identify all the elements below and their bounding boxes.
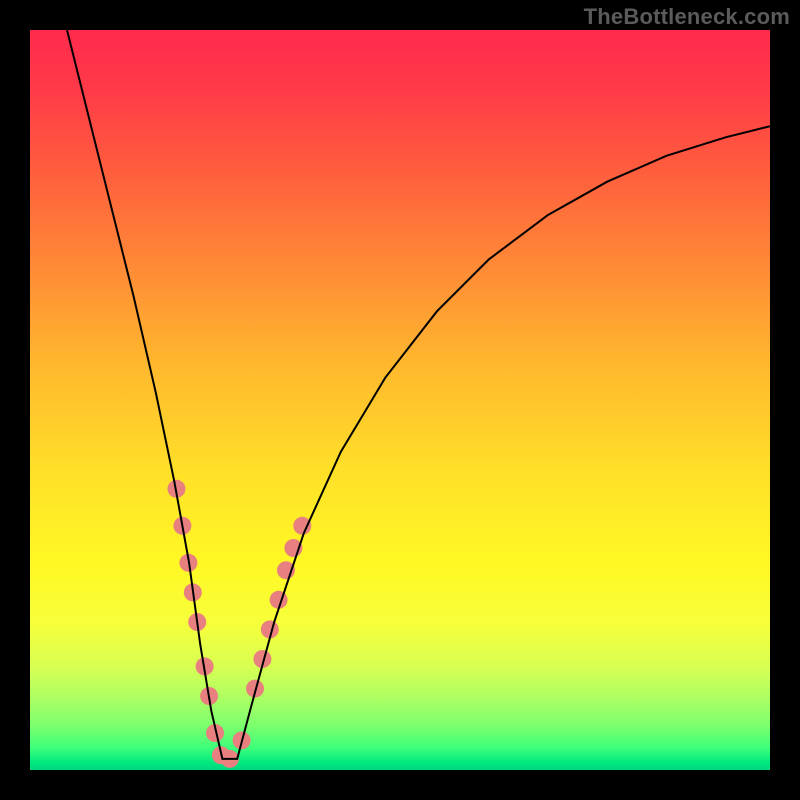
chart-svg bbox=[30, 30, 770, 770]
data-marker bbox=[293, 517, 311, 535]
watermark: TheBottleneck.com bbox=[584, 4, 790, 30]
chart-frame: TheBottleneck.com bbox=[0, 0, 800, 800]
marker-layer bbox=[168, 480, 312, 768]
plot-area bbox=[30, 30, 770, 770]
bottleneck-curve bbox=[67, 30, 770, 759]
